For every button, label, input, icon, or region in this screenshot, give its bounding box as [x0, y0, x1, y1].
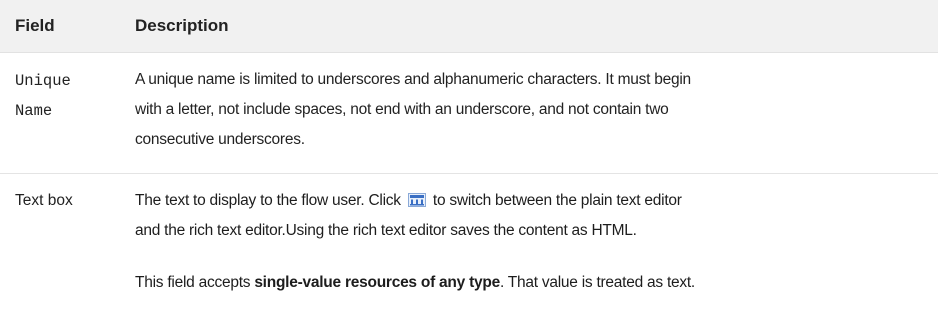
field-description: The text to display to the flow user. Cl…: [135, 186, 935, 246]
description-line: consecutive underscores.: [135, 131, 305, 148]
note-text: . That value is treated as text.: [499, 274, 695, 291]
description-text: to switch between the plain text editor: [432, 192, 682, 209]
header-field: Field: [15, 16, 55, 35]
description-line: A unique name is limited to underscores …: [135, 71, 691, 88]
description-line: with a letter, not include spaces, not e…: [135, 101, 669, 118]
table-row: Text box The text to display to the flow…: [0, 174, 938, 318]
header-description: Description: [135, 16, 229, 35]
rich-text-editor-icon: [407, 193, 426, 207]
description-text: The text to display to the flow user. Cl…: [135, 192, 401, 209]
note-bold-text: single-value resources of any type: [254, 274, 500, 291]
table-header: Field Description: [0, 0, 938, 53]
field-name-text-box: Text box: [15, 192, 73, 209]
field-description: A unique name is limited to underscores …: [135, 65, 935, 155]
field-name-line: Name: [15, 102, 53, 120]
description-line: The text to display to the flow user. Cl…: [135, 186, 935, 216]
field-name-unique-name: Unique Name: [15, 66, 125, 126]
field-name-line: Unique: [15, 72, 71, 90]
table-row: Unique Name A unique name is limited to …: [0, 53, 938, 174]
field-description-table: Field Description Unique Name A unique n…: [0, 0, 938, 318]
field-description-note: This field accepts single-value resource…: [135, 268, 935, 298]
note-text: This field accepts: [135, 274, 255, 291]
description-line: and the rich text editor.Using the rich …: [135, 222, 637, 239]
